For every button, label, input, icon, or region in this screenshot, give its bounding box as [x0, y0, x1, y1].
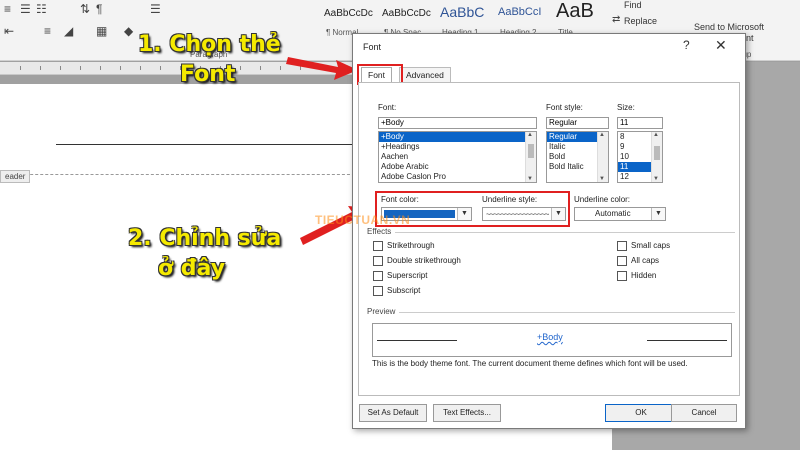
small-caps-checkbox[interactable]: Small caps: [617, 241, 670, 251]
list-item[interactable]: Adobe Caslon Pro: [379, 172, 536, 182]
font-tab-panel: Font: +Body +Headings Aachen Adobe Arabi…: [358, 82, 740, 396]
step1-line2: Font: [180, 62, 236, 87]
font-style-label: Font style:: [546, 103, 583, 112]
size-label: Size:: [617, 103, 635, 112]
strikethrough-checkbox[interactable]: Strikethrough: [373, 241, 435, 251]
all-caps-checkbox[interactable]: All caps: [617, 256, 659, 266]
underline-color-label: Underline color:: [574, 195, 631, 204]
double-strikethrough-checkbox[interactable]: Double strikethrough: [373, 256, 461, 266]
close-icon[interactable]: ✕: [715, 37, 727, 54]
step2-line2: ở đây: [158, 256, 226, 281]
size-list[interactable]: 8 9 10 11 12 ▲ ▼: [617, 131, 663, 183]
step1-line1: 1. Chọn thẻ: [138, 32, 281, 57]
step2-annotation: 2. Chỉnh sửa ở đây: [128, 224, 281, 284]
checkbox-label: Double strikethrough: [387, 256, 461, 266]
size-input[interactable]: [617, 117, 663, 129]
watermark: TIEUCTUAN.VN: [315, 213, 411, 227]
preview-text: +Body: [537, 332, 563, 342]
font-name-input[interactable]: [378, 117, 537, 129]
font-dialog: Font ? ✕ Font Advanced Font: +Body +Head…: [352, 33, 746, 429]
underline-color-dropdown[interactable]: Automatic ▼: [574, 207, 666, 221]
font-label: Font:: [378, 103, 397, 112]
step1-annotation: 1. Chọn thẻ Font: [138, 30, 281, 90]
preview-box: +Body: [372, 323, 732, 357]
ok-button[interactable]: OK: [605, 404, 677, 422]
arrow-to-font-tab: [286, 57, 358, 80]
dialog-title: Font: [363, 42, 382, 52]
subscript-checkbox[interactable]: Subscript: [373, 286, 420, 296]
font-style-list[interactable]: Regular Italic Bold Bold Italic ▲ ▼: [546, 131, 609, 183]
font-style-scrollbar[interactable]: ▲ ▼: [597, 132, 608, 182]
preview-label: Preview: [367, 307, 396, 316]
list-item[interactable]: +Body: [379, 132, 536, 142]
font-style-input[interactable]: [546, 117, 609, 129]
effects-label: Effects: [367, 227, 392, 236]
checkbox-label: Subscript: [387, 286, 421, 296]
help-icon[interactable]: ?: [683, 38, 690, 52]
superscript-checkbox[interactable]: Superscript: [373, 271, 427, 281]
checkbox-label: Small caps: [631, 241, 671, 251]
checkbox-label: Hidden: [631, 271, 657, 281]
list-item[interactable]: Aachen: [379, 152, 536, 162]
list-item[interactable]: Adobe Arabic: [379, 162, 536, 172]
chevron-down-icon: ▼: [651, 208, 665, 220]
list-item[interactable]: +Headings: [379, 142, 536, 152]
checkbox-label: All caps: [631, 256, 660, 266]
tab-advanced[interactable]: Advanced: [399, 67, 451, 82]
font-list[interactable]: +Body +Headings Aachen Adobe Arabic Adob…: [378, 131, 537, 183]
set-as-default-button[interactable]: Set As Default: [359, 404, 427, 422]
underline-color-value: Automatic: [595, 209, 631, 218]
text-effects-button[interactable]: Text Effects...: [433, 404, 501, 422]
checkbox-label: Strikethrough: [387, 241, 435, 251]
cancel-button[interactable]: Cancel: [671, 404, 737, 422]
font-list-scrollbar[interactable]: ▲ ▼: [525, 132, 536, 182]
preview-description: This is the body theme font. The current…: [372, 359, 688, 368]
size-scrollbar[interactable]: ▲ ▼: [651, 132, 662, 182]
step2-line1: 2. Chỉnh sửa: [128, 226, 282, 251]
hidden-checkbox[interactable]: Hidden: [617, 271, 656, 281]
checkbox-label: Superscript: [387, 271, 428, 281]
